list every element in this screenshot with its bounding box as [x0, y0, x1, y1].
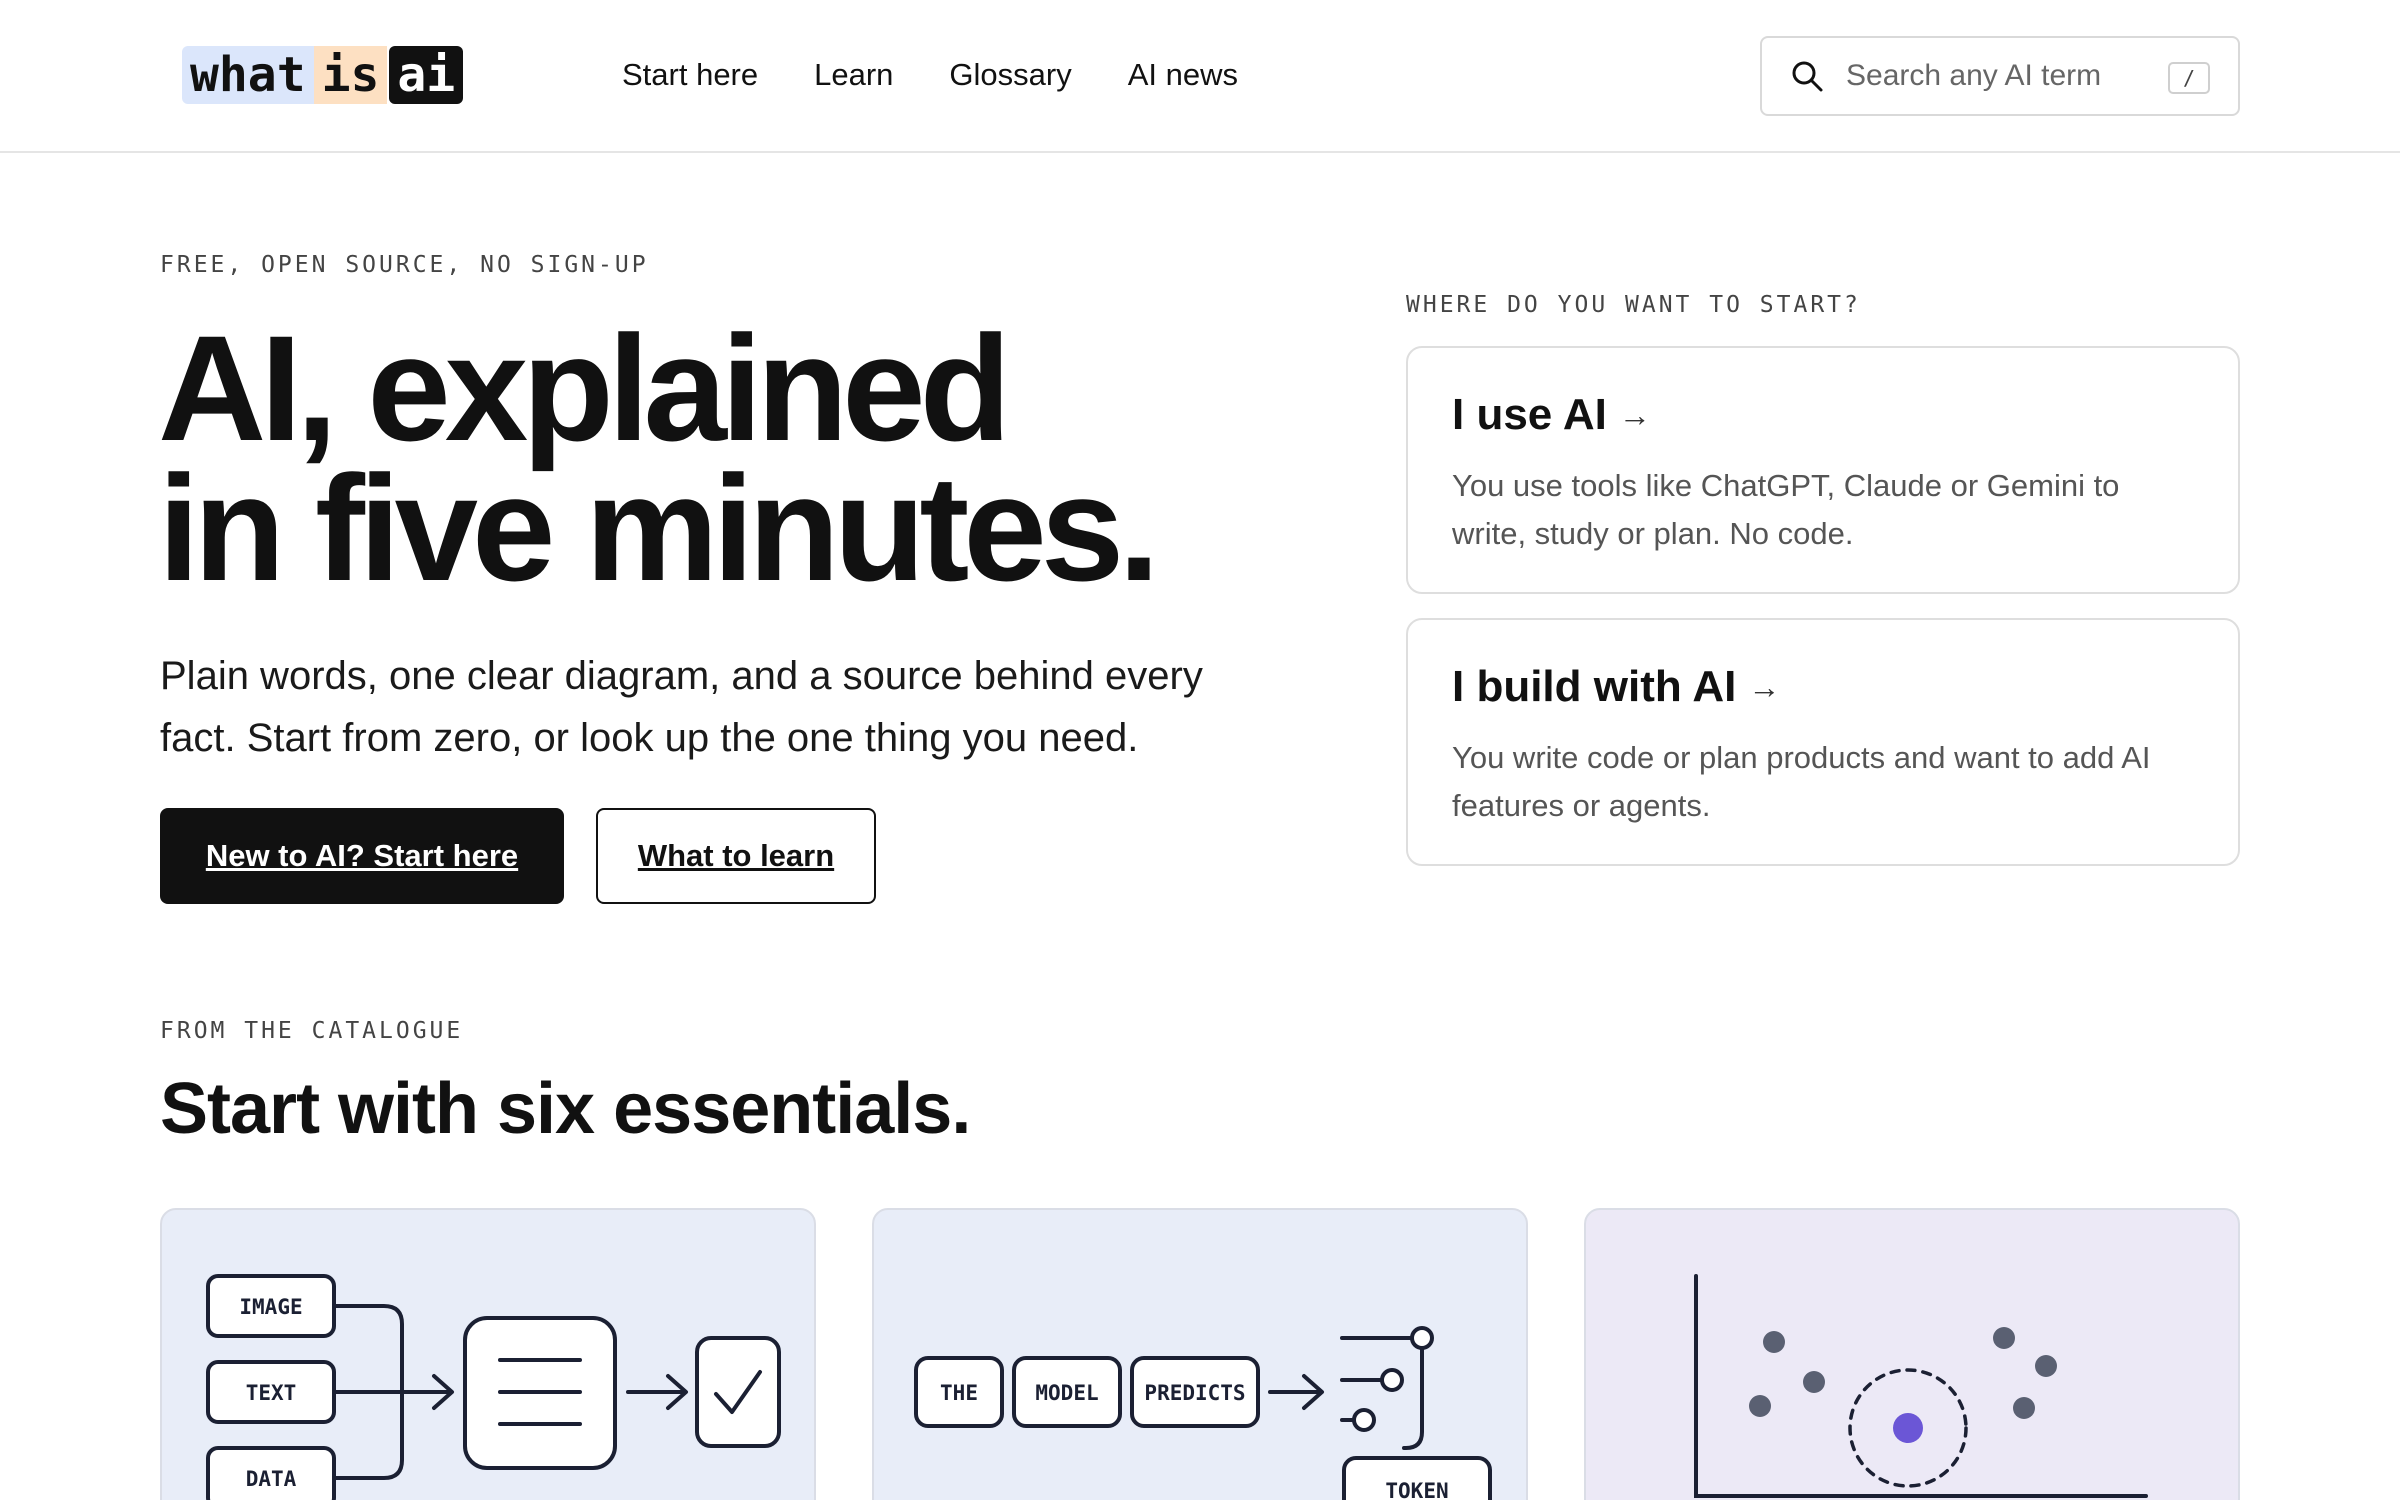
start-eyebrow: WHERE DO YOU WANT TO START? — [1406, 292, 1861, 318]
path-card-i-use-ai[interactable]: I use AI → You use tools like ChatGPT, C… — [1406, 346, 2240, 594]
hero-title: AI, explained in five minutes. — [158, 304, 1160, 612]
essential-card-2[interactable]: THE MODEL PREDICTS TOKEN — [872, 1208, 1528, 1500]
axes — [1694, 1274, 2148, 1498]
nav-learn[interactable]: Learn — [814, 50, 893, 100]
cluster-center-dot — [1893, 1413, 1923, 1443]
path-card-title: I build with AI → — [1452, 662, 2194, 712]
token-label-next: TOKEN — [1385, 1479, 1448, 1500]
hero-title-line-2: in five minutes. — [158, 444, 1160, 612]
search-box[interactable]: / — [1760, 36, 2240, 116]
nav-start-here[interactable]: Start here — [622, 50, 758, 100]
start-here-button[interactable]: New to AI? Start here — [160, 808, 564, 904]
path-card-i-build-with-ai[interactable]: I build with AI → You write code or plan… — [1406, 618, 2240, 866]
logo-word-what: what — [182, 46, 314, 104]
search-icon — [1792, 61, 1823, 92]
logo-word-ai: ai — [389, 46, 464, 104]
diagram-label-data: DATA — [246, 1467, 297, 1491]
path-card-description: You use tools like ChatGPT, Claude or Ge… — [1452, 468, 2120, 551]
main-nav: Start here Learn Glossary AI news — [622, 50, 1238, 100]
token-label-the: THE — [940, 1381, 978, 1405]
arrow-right-icon: → — [1618, 396, 1651, 433]
nav-glossary[interactable]: Glossary — [949, 50, 1071, 100]
catalogue-eyebrow: FROM THE CATALOGUE — [160, 1018, 464, 1044]
checkmark-icon — [695, 1336, 781, 1448]
logo-word-is: is — [313, 46, 388, 104]
multimodal-input-diagram: IMAGE TEXT DATA — [206, 1274, 781, 1500]
token-label-model: MODEL — [1035, 1381, 1098, 1405]
path-card-title: I use AI → — [1452, 390, 2194, 440]
search-shortcut-hint: / — [2168, 62, 2210, 94]
site-header: what is ai Start here Learn Glossary AI … — [0, 0, 2400, 153]
token-prediction-diagram: THE MODEL PREDICTS TOKEN — [914, 1326, 1492, 1500]
path-card-title-text: I build with AI — [1452, 662, 1737, 711]
diagram-label-text: TEXT — [246, 1381, 297, 1405]
arrow-right-icon: → — [1748, 668, 1781, 705]
diagram-label-image: IMAGE — [239, 1295, 302, 1319]
hero-subtitle: Plain words, one clear diagram, and a so… — [160, 654, 1203, 760]
hero-title-line-1: AI, explained — [158, 304, 1011, 472]
clustering-diagram — [1694, 1274, 2148, 1498]
hero-eyebrow: FREE, OPEN SOURCE, NO SIGN-UP — [160, 252, 649, 278]
search-input[interactable] — [1846, 59, 2166, 93]
essential-card-3[interactable] — [1584, 1208, 2240, 1500]
nav-ai-news[interactable]: AI news — [1128, 50, 1238, 100]
catalogue-title: Start with six essentials. — [160, 1069, 971, 1149]
path-card-title-text: I use AI — [1452, 390, 1607, 439]
path-card-description: You write code or plan products and want… — [1452, 740, 2151, 823]
what-to-learn-button[interactable]: What to learn — [596, 808, 876, 904]
essential-card-1[interactable]: IMAGE TEXT DATA — [160, 1208, 816, 1500]
token-label-predicts: PREDICTS — [1144, 1381, 1245, 1405]
site-logo[interactable]: what is ai — [182, 46, 464, 104]
